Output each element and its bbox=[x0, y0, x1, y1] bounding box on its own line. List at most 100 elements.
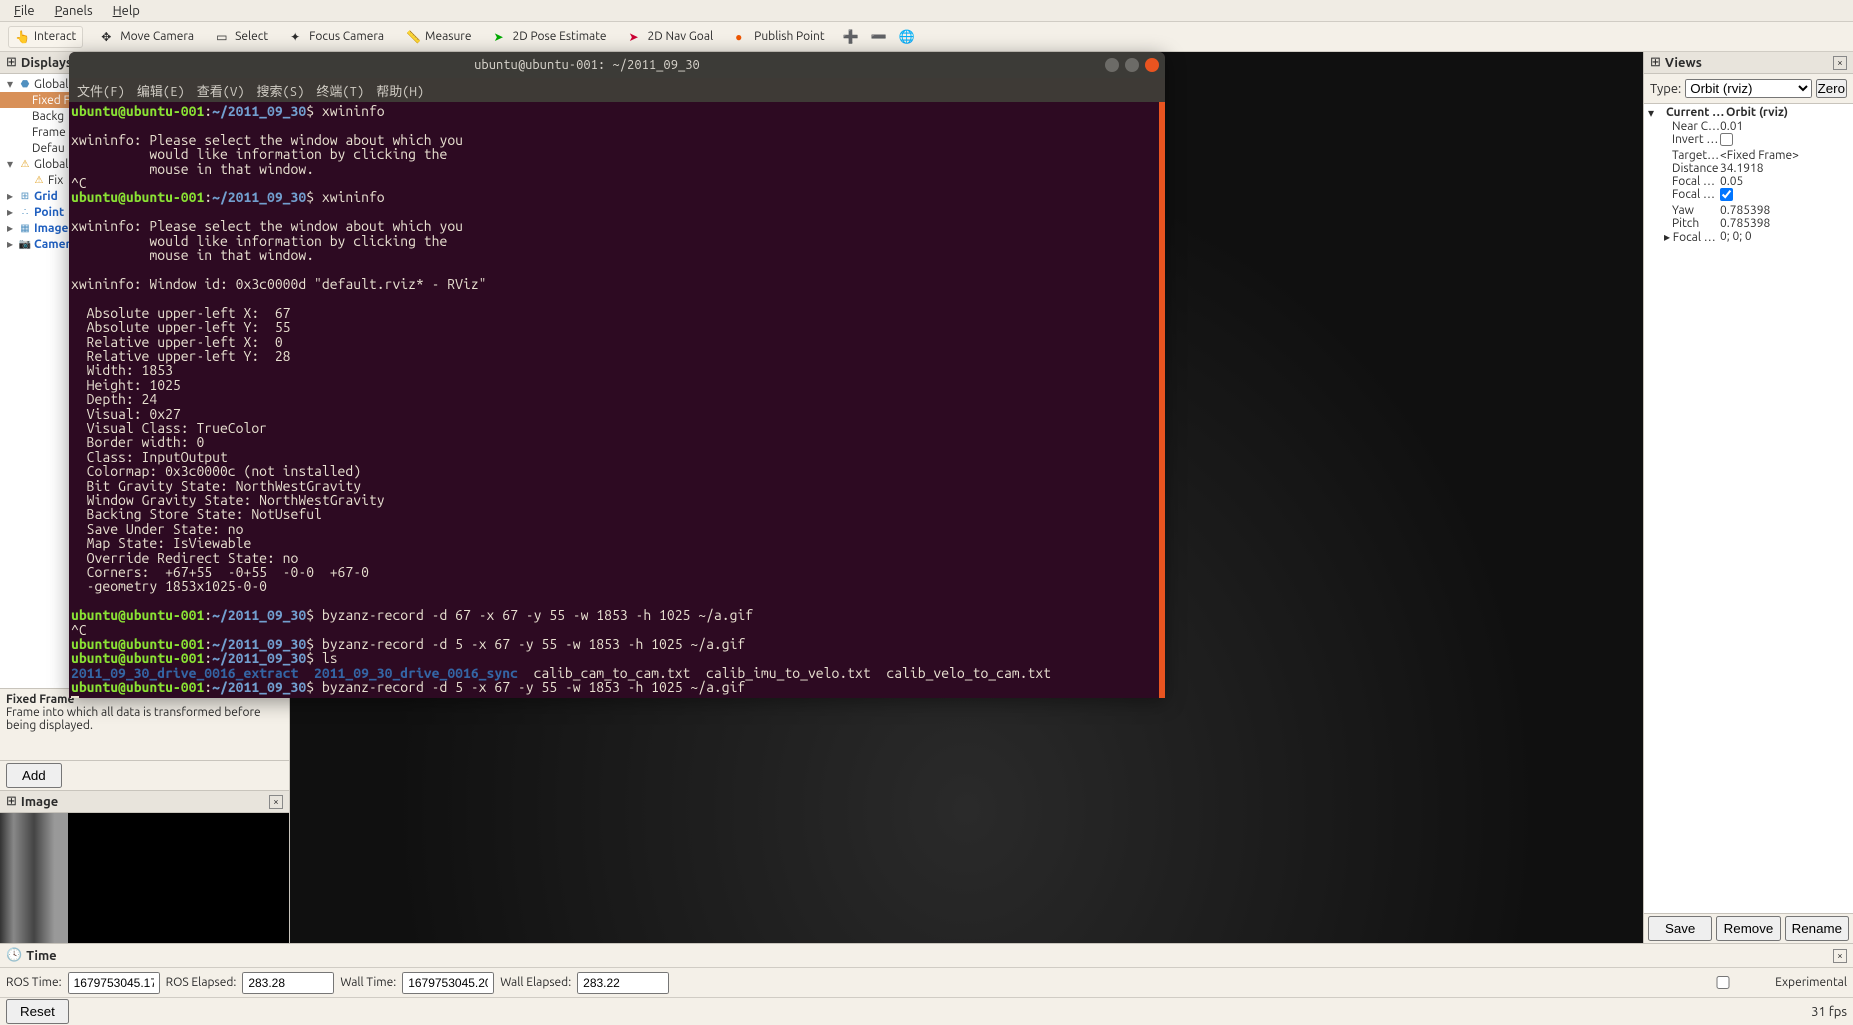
plus-icon[interactable]: ➕ bbox=[843, 30, 857, 44]
menu-file[interactable]: FFileile bbox=[6, 2, 43, 20]
views-header: ⊞ Views × bbox=[1644, 52, 1853, 74]
display-description: Fixed Frame Frame into which all data is… bbox=[0, 688, 289, 760]
time-panel-header: 🕓 Time × bbox=[0, 943, 1853, 967]
term-menu-term[interactable]: 终端(T) bbox=[316, 81, 364, 100]
menubar: FFileile Panels Help bbox=[0, 0, 1853, 22]
rename-button[interactable]: Rename bbox=[1785, 916, 1849, 941]
measure-button[interactable]: 📏 Measure bbox=[402, 28, 475, 46]
add-button[interactable]: Add bbox=[6, 763, 62, 788]
status-bar: ROS Time: ROS Elapsed: Wall Time: Wall E… bbox=[0, 967, 1853, 997]
reset-button[interactable]: Reset bbox=[6, 999, 69, 1024]
views-title: Views bbox=[1665, 56, 1829, 70]
displays-add-row: Add bbox=[0, 760, 289, 790]
prop-target[interactable]: Target …<Fixed Frame> bbox=[1648, 149, 1849, 162]
toolbar: 👆 Interact ✥ Move Camera ▭ Select ✦ Focu… bbox=[0, 22, 1853, 52]
window-maximize-icon[interactable] bbox=[1125, 58, 1139, 72]
close-icon[interactable]: × bbox=[1833, 56, 1847, 70]
interact-label: Interact bbox=[34, 30, 76, 43]
prop-focal-point[interactable]: ▸ Focal P…0; 0; 0 bbox=[1648, 230, 1849, 244]
close-icon[interactable]: × bbox=[269, 795, 283, 809]
panel-icon: ⊞ bbox=[1650, 55, 1661, 70]
terminal-window[interactable]: ubuntu@ubuntu-001: ~/2011_09_30 文件(F) 编辑… bbox=[69, 52, 1165, 698]
terminal-content[interactable]: ubuntu@ubuntu-001:~/2011_09_30$ xwininfo… bbox=[69, 102, 1165, 698]
ros-elapsed-label: ROS Elapsed: bbox=[166, 976, 237, 989]
prop-focal-size[interactable]: Focal S… bbox=[1648, 188, 1849, 204]
prop-distance[interactable]: Distance34.1918 bbox=[1648, 162, 1849, 175]
focus-label: Focus Camera bbox=[309, 30, 384, 43]
move-icon: ✥ bbox=[101, 30, 115, 44]
image-panel: ⊞ Image × bbox=[0, 790, 289, 943]
view-type-select[interactable]: Orbit (rviz) bbox=[1685, 79, 1811, 98]
menu-panels[interactable]: Panels bbox=[47, 2, 101, 20]
ros-time-field[interactable] bbox=[68, 972, 160, 994]
type-label: Type: bbox=[1650, 82, 1681, 96]
views-buttons: Save Remove Rename bbox=[1644, 913, 1853, 943]
term-menu-file[interactable]: 文件(F) bbox=[77, 81, 125, 100]
close-icon[interactable]: × bbox=[1833, 949, 1847, 963]
arrow-red-icon: ➤ bbox=[629, 30, 643, 44]
menu-help[interactable]: Help bbox=[105, 2, 148, 20]
measure-label: Measure bbox=[425, 30, 471, 43]
fps-readout: 31 fps bbox=[1811, 1005, 1847, 1019]
interact-button[interactable]: 👆 Interact bbox=[8, 26, 83, 48]
focus-camera-button[interactable]: ✦ Focus Camera bbox=[286, 28, 388, 46]
pose-label: 2D Pose Estimate bbox=[512, 30, 606, 43]
bottom-bar: Reset 31 fps bbox=[0, 997, 1853, 1025]
image-preview bbox=[0, 813, 289, 943]
arrow-green-icon: ➤ bbox=[493, 30, 507, 44]
wall-time-label: Wall Time: bbox=[340, 976, 396, 989]
zero-button[interactable]: Zero bbox=[1816, 79, 1847, 98]
move-camera-button[interactable]: ✥ Move Camera bbox=[97, 28, 198, 46]
panel-icon: ⊞ bbox=[6, 55, 17, 70]
experimental-checkbox[interactable] bbox=[1677, 976, 1769, 989]
views-panel: ⊞ Views × Type: Orbit (rviz) Zero ▾ Curr… bbox=[1643, 52, 1853, 943]
term-menu-edit[interactable]: 编辑(E) bbox=[137, 81, 185, 100]
desc-body: Frame into which all data is transformed… bbox=[6, 706, 283, 732]
focal-checkbox[interactable] bbox=[1720, 188, 1733, 201]
pin-icon: ● bbox=[735, 30, 749, 44]
wall-elapsed-field[interactable] bbox=[577, 972, 669, 994]
prop-near-clip[interactable]: Near Cl…0.01 bbox=[1648, 120, 1849, 133]
move-camera-label: Move Camera bbox=[120, 30, 194, 43]
ruler-icon: 📏 bbox=[406, 30, 420, 44]
ros-time-label: ROS Time: bbox=[6, 976, 62, 989]
pose-estimate-button[interactable]: ➤ 2D Pose Estimate bbox=[489, 28, 610, 46]
prop-yaw[interactable]: Yaw0.785398 bbox=[1648, 204, 1849, 217]
panel-icon: ⊞ bbox=[6, 794, 17, 809]
wall-time-field[interactable] bbox=[402, 972, 494, 994]
terminal-menubar: 文件(F) 编辑(E) 查看(V) 搜索(S) 终端(T) 帮助(H) bbox=[69, 78, 1165, 102]
prop-pitch[interactable]: Pitch0.785398 bbox=[1648, 217, 1849, 230]
nav-label: 2D Nav Goal bbox=[648, 30, 714, 43]
nav-goal-button[interactable]: ➤ 2D Nav Goal bbox=[625, 28, 718, 46]
window-minimize-icon[interactable] bbox=[1105, 58, 1119, 72]
select-button[interactable]: ▭ Select bbox=[212, 28, 272, 46]
terminal-cursor bbox=[71, 696, 79, 698]
terminal-titlebar[interactable]: ubuntu@ubuntu-001: ~/2011_09_30 bbox=[69, 52, 1165, 78]
terminal-title: ubuntu@ubuntu-001: ~/2011_09_30 bbox=[69, 58, 1105, 72]
image-panel-title: Image bbox=[21, 795, 265, 809]
publish-label: Publish Point bbox=[754, 30, 824, 43]
experimental-label: Experimental bbox=[1775, 976, 1847, 989]
select-icon: ▭ bbox=[216, 30, 230, 44]
view-type-bar: Type: Orbit (rviz) Zero bbox=[1644, 74, 1853, 104]
prop-focal-shape[interactable]: Focal S…0.05 bbox=[1648, 175, 1849, 188]
select-label: Select bbox=[235, 30, 268, 43]
clock-icon: 🕓 bbox=[6, 948, 22, 963]
focus-icon: ✦ bbox=[290, 30, 304, 44]
ros-elapsed-field[interactable] bbox=[242, 972, 334, 994]
invert-checkbox[interactable] bbox=[1720, 133, 1733, 146]
globe-icon[interactable]: 🌐 bbox=[899, 30, 913, 44]
publish-point-button[interactable]: ● Publish Point bbox=[731, 28, 828, 46]
views-properties[interactable]: ▾ Current V…Orbit (rviz) Near Cl…0.01 In… bbox=[1644, 104, 1853, 913]
term-menu-help[interactable]: 帮助(H) bbox=[376, 81, 424, 100]
window-close-icon[interactable] bbox=[1145, 58, 1159, 72]
save-button[interactable]: Save bbox=[1648, 916, 1712, 941]
prop-invert[interactable]: Invert … bbox=[1648, 133, 1849, 149]
term-menu-search[interactable]: 搜索(S) bbox=[257, 81, 305, 100]
time-title: Time bbox=[26, 949, 1829, 963]
wall-elapsed-label: Wall Elapsed: bbox=[500, 976, 571, 989]
term-menu-view[interactable]: 查看(V) bbox=[197, 81, 245, 100]
minus-icon[interactable]: ➖ bbox=[871, 30, 885, 44]
remove-button[interactable]: Remove bbox=[1716, 916, 1780, 941]
hand-icon: 👆 bbox=[15, 30, 29, 44]
